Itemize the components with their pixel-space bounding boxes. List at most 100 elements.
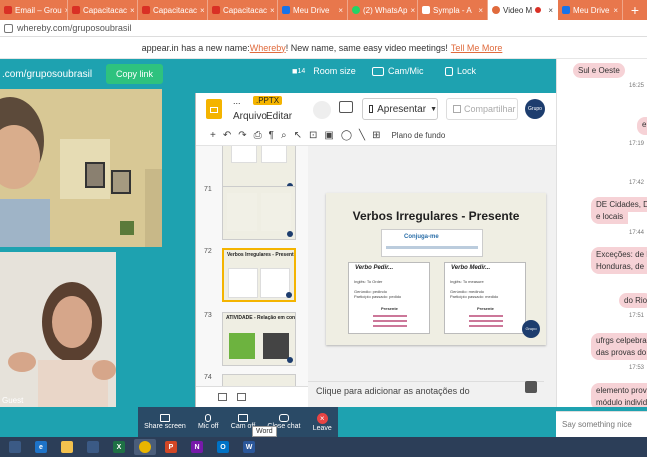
- close-icon[interactable]: ×: [613, 6, 618, 15]
- undo-icon[interactable]: ↶: [223, 130, 231, 141]
- comment-add-icon[interactable]: ⊞: [372, 130, 380, 141]
- cam-mic-button[interactable]: Cam/Mic: [372, 66, 424, 76]
- mic-off-label: Mic off: [198, 423, 219, 430]
- pptx-badge: .PPTX: [253, 96, 283, 105]
- present-button[interactable]: Apresentar ▼: [362, 98, 438, 120]
- close-icon[interactable]: ×: [200, 6, 205, 15]
- leave-button[interactable]: × Leave: [313, 412, 332, 432]
- chrome-button[interactable]: [134, 439, 156, 455]
- conjugation-line: [373, 325, 407, 327]
- edge-button[interactable]: e: [30, 439, 52, 455]
- explore-icon[interactable]: [525, 381, 537, 393]
- slide-thumbnail[interactable]: [222, 186, 296, 240]
- copy-link-button[interactable]: Copy link: [106, 64, 164, 84]
- logo-icon: [286, 292, 292, 298]
- lock-icon: [4, 23, 13, 33]
- shape-icon[interactable]: ◯: [341, 130, 352, 141]
- slide-thumbnail-selected[interactable]: Verbos Irregulares - Presente: [222, 248, 296, 302]
- windows-taskbar: e X P N O W: [0, 437, 647, 457]
- verb-card-subhead: Presente: [381, 306, 398, 311]
- close-icon[interactable]: ×: [270, 6, 275, 15]
- recording-icon: [535, 7, 542, 13]
- slide-thumbnail[interactable]: ATIVIDADE - Relação em conjunto: [222, 312, 296, 366]
- close-icon[interactable]: ×: [130, 6, 135, 15]
- new-slide-icon[interactable]: +: [210, 130, 216, 141]
- soubrasil-logo: Grupo SouBrasil: [522, 320, 540, 345]
- slides-logo-icon[interactable]: [206, 99, 222, 119]
- powerpoint-button[interactable]: P: [160, 439, 182, 455]
- close-icon[interactable]: ×: [478, 6, 483, 15]
- paint-format-icon[interactable]: ¶: [269, 130, 274, 141]
- lock-icon: [445, 66, 453, 76]
- conjuga-me-logo: Conjuga-me: [381, 229, 483, 257]
- chat-message: e: [637, 117, 647, 135]
- browser-tab[interactable]: (2) WhatsAp ×: [348, 0, 418, 20]
- close-icon[interactable]: ×: [410, 6, 415, 15]
- share-button[interactable]: Compartilhar: [446, 98, 518, 120]
- comment-icon[interactable]: [339, 101, 353, 113]
- store-icon: [87, 441, 99, 453]
- outlook-icon: O: [217, 441, 229, 453]
- browser-tab[interactable]: Meu Drive ×: [278, 0, 348, 20]
- tell-me-more-link[interactable]: Tell Me More: [451, 43, 503, 53]
- slide-number: 71: [204, 186, 212, 193]
- chat-timestamp: 16:25: [629, 83, 645, 89]
- image-icon[interactable]: ▣: [324, 130, 333, 141]
- excel-button[interactable]: X: [108, 439, 130, 455]
- chevron-down-icon[interactable]: ▼: [430, 106, 437, 113]
- edge-icon: e: [35, 441, 47, 453]
- room-size-button[interactable]: ■ 14 Room size: [292, 66, 356, 76]
- list-view-icon[interactable]: [218, 393, 227, 401]
- conjugation-line: [469, 315, 503, 317]
- gmail-icon: [4, 6, 12, 14]
- browser-tab-active[interactable]: Video M ×: [488, 0, 558, 20]
- address-bar[interactable]: whereby.com/gruposoubrasil: [0, 20, 647, 37]
- word-button[interactable]: W: [238, 439, 260, 455]
- grid-view-icon[interactable]: [237, 393, 246, 401]
- new-tab-button[interactable]: +: [623, 0, 647, 20]
- lock-button[interactable]: Lock: [445, 66, 476, 76]
- menu-editar[interactable]: Editar: [266, 111, 292, 122]
- thumb-title: ATIVIDADE - Relação em conjunto: [226, 315, 295, 321]
- address-url[interactable]: whereby.com/gruposoubrasil: [17, 23, 131, 33]
- chat-icon: [278, 414, 289, 422]
- notes-divider[interactable]: [308, 381, 544, 382]
- select-icon[interactable]: ↖: [294, 130, 302, 141]
- background-button[interactable]: Plano de fundo: [391, 131, 445, 140]
- file-title[interactable]: ...: [233, 96, 241, 106]
- outlook-button[interactable]: O: [212, 439, 234, 455]
- screen-icon: [159, 414, 170, 422]
- onenote-button[interactable]: N: [186, 439, 208, 455]
- task-view-button[interactable]: [4, 439, 26, 455]
- current-slide[interactable]: Verbos Irregulares - Presente Conjuga-me…: [326, 193, 546, 345]
- slide-thumbnail[interactable]: [222, 374, 296, 386]
- share-screen-button[interactable]: Share screen: [144, 414, 186, 430]
- browser-tab[interactable]: Email – Grou×: [0, 0, 68, 20]
- version-history-icon[interactable]: [313, 101, 331, 119]
- line-icon[interactable]: ╲: [359, 130, 365, 141]
- verb-card: Verbo Medir... Inglês: To measure Gerúnd…: [444, 262, 526, 334]
- chat-input[interactable]: Say something nice: [556, 411, 647, 437]
- store-button[interactable]: [82, 439, 104, 455]
- browser-tab[interactable]: Meu Drive ×: [558, 0, 623, 20]
- file-explorer-button[interactable]: [56, 439, 78, 455]
- conjugation-line: [373, 315, 407, 317]
- browser-tab[interactable]: Sympla - A ×: [418, 0, 488, 20]
- close-icon[interactable]: ×: [548, 6, 553, 15]
- verb-card-line: Particípio passado: pedido: [354, 294, 402, 299]
- conjugation-line: [469, 325, 503, 327]
- mic-off-button[interactable]: Mic off: [198, 414, 219, 430]
- text-box-icon[interactable]: ⊡: [309, 130, 317, 141]
- browser-tab[interactable]: Capacitacac ×: [68, 0, 138, 20]
- speaker-notes-placeholder[interactable]: Clique para adicionar as anotações do: [316, 386, 470, 396]
- room-size-label: Room size: [313, 66, 356, 76]
- browser-tab[interactable]: Capacitacac ×: [138, 0, 208, 20]
- whereby-link[interactable]: Whereby: [250, 43, 286, 53]
- print-icon[interactable]: ⎙: [254, 130, 262, 141]
- menu-arquivo[interactable]: Arquivo: [233, 111, 267, 122]
- browser-tab[interactable]: Capacitacac ×: [208, 0, 278, 20]
- close-icon[interactable]: ×: [338, 6, 343, 15]
- avatar[interactable]: Grupo SouBrasil: [525, 99, 546, 132]
- zoom-icon[interactable]: ⌕: [281, 130, 287, 141]
- redo-icon[interactable]: ↷: [238, 130, 246, 141]
